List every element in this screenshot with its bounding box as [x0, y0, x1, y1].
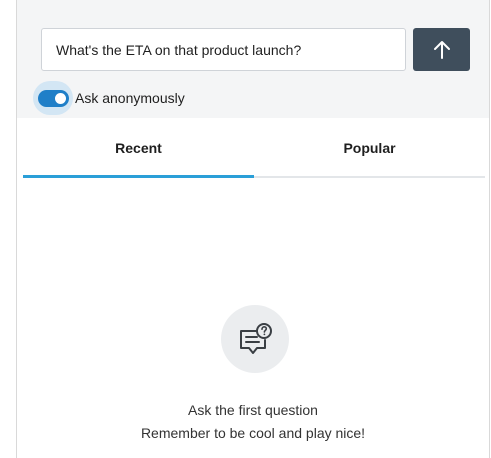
arrow-up-icon — [433, 40, 450, 59]
toggle-track — [37, 89, 69, 107]
toggle-knob — [54, 92, 66, 104]
empty-state-subtitle: Remember to be cool and play nice! — [140, 425, 366, 441]
panel-right-border — [489, 0, 490, 458]
tab-recent-label: Recent — [115, 140, 162, 156]
qa-panel: Ask anonymously Recent Popular Ask the f… — [0, 0, 491, 458]
anonymous-toggle[interactable] — [33, 81, 73, 115]
empty-state-icon-circle — [221, 305, 289, 373]
active-tab-indicator — [23, 175, 254, 178]
empty-state-title: Ask the first question — [188, 402, 318, 418]
tab-recent[interactable]: Recent — [23, 118, 254, 178]
tab-popular-label: Popular — [343, 140, 396, 156]
question-input[interactable] — [41, 28, 406, 71]
submit-question-button[interactable] — [413, 28, 470, 71]
anonymous-label: Ask anonymously — [75, 90, 185, 106]
question-list-icon — [240, 323, 272, 354]
tab-popular[interactable]: Popular — [254, 118, 485, 178]
question-tabs: Recent Popular — [23, 118, 485, 178]
